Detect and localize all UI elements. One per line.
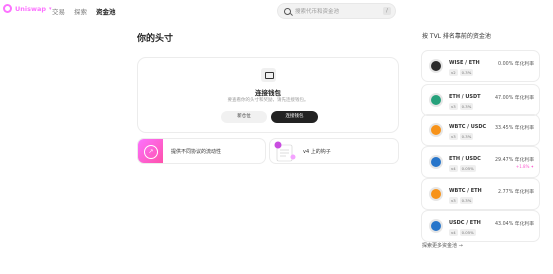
pool-apr: 43.04% 年化利率 [494,222,534,227]
pool-token-icon [429,219,443,233]
main-nav: 交易 探索 资金池 [52,6,116,16]
pool-card[interactable]: ETH / USDC 29.47% 年化利率 +1.8% ✦ v4 0.05% [421,146,540,178]
wallet-card-title: 连接钱包 [255,89,281,97]
pool-name: WBTC / USDC [449,124,487,130]
top-pools-title: 按 TVL 排名靠前的资金池 [422,33,491,40]
pool-card[interactable]: USDC / ETH 43.04% 年化利率 v4 0.05% [421,210,540,242]
pool-version-badge: v3 [449,197,458,204]
brand-name: Uniswap [15,4,47,13]
page-title: 你的头寸 [137,34,174,44]
arrow-up-right-icon [138,139,163,163]
unicorn-icon [3,4,12,13]
nav-item-trade[interactable]: 交易 [52,6,65,16]
pool-version-badge: v4 [449,229,458,236]
connect-wallet-card: 连接钱包 要查看你的头寸和奖励，请先连接钱包。 新仓位 连接钱包 [137,57,399,133]
pool-token-icon [429,187,443,201]
pool-apr: 0.00% 年化利率 [498,62,534,67]
pool-fee-badge: 0.3% [459,103,474,110]
wallet-icon [261,68,276,82]
pool-name: ETH / USDC [449,156,481,162]
uniswap-logo[interactable]: Uniswap ▾ [3,4,52,13]
pool-name: USDC / ETH [449,220,481,226]
pool-card[interactable]: WISE / ETH 0.00% 年化利率 v2 0.3% [421,50,540,82]
pool-version-badge: v3 [449,133,458,140]
pool-fee-badge: 0.3% [459,197,474,204]
nav-item-explore[interactable]: 探索 [74,6,87,16]
search-placeholder: 搜索代币和资金池 [295,9,340,15]
pool-name: WISE / ETH [449,60,480,66]
promo-card-liquidity[interactable]: 提供不同协议的流动性 [137,138,266,164]
pool-version-badge: v2 [449,69,458,76]
connect-wallet-button[interactable]: 连接钱包 [271,111,318,123]
promo-text: 提供不同协议的流动性 [171,149,222,155]
promo-card-hooks[interactable]: v4 上的钩子 [269,138,399,164]
promo-text: v4 上的钩子 [303,149,331,155]
pool-apr: 33.45% 年化利率 [494,126,534,131]
pool-card[interactable]: WBTC / ETH 2.77% 年化利率 v3 0.3% [421,178,540,210]
pool-fee-badge: 0.3% [459,69,474,76]
pool-tags: v4 0.05% [449,229,476,236]
pool-fee-badge: 0.05% [459,165,476,172]
pool-apr: 2.77% 年化利率 [498,190,534,195]
pool-tags: v2 0.3% [449,69,474,76]
pool-tags: v3 0.3% [449,103,474,110]
top-navigation: Uniswap ▾ 交易 探索 资金池 搜索代币和资金池 / [0,0,553,22]
pool-token-icon [429,93,443,107]
pool-fee-badge: 0.3% [459,133,474,140]
pool-tags: v4 0.05% [449,165,476,172]
pool-token-icon [429,59,443,73]
search-icon [284,7,291,15]
pool-token-icon [429,155,443,169]
nav-item-pools[interactable]: 资金池 [96,6,116,16]
wallet-card-subtitle: 要查看你的头寸和奖励，请先连接钱包。 [227,98,309,103]
pool-fee-badge: 0.05% [459,229,476,236]
pool-version-badge: v4 [449,165,458,172]
pool-tags: v3 0.3% [449,133,474,140]
new-position-button[interactable]: 新仓位 [221,111,267,123]
pool-card[interactable]: WBTC / USDC 33.45% 年化利率 v3 0.3% [421,114,540,146]
pool-apr: 47.00% 年化利率 [494,96,534,101]
pool-version-badge: v3 [449,103,458,110]
explore-more-pools-link[interactable]: 探索更多资金池 → [422,242,463,249]
pool-name: WBTC / ETH [449,188,482,194]
pool-name: ETH / USDT [449,94,481,100]
pool-tags: v3 0.3% [449,197,474,204]
search-input[interactable]: 搜索代币和资金池 / [277,3,396,19]
pool-apr-bonus: +1.8% ✦ [515,164,534,169]
pool-card[interactable]: ETH / USDT 47.00% 年化利率 v3 0.3% [421,84,540,116]
pool-token-icon [429,123,443,137]
hooks-illustration-icon [274,141,296,162]
search-shortcut: / [383,7,391,15]
pool-apr: 29.47% 年化利率 [494,158,534,163]
